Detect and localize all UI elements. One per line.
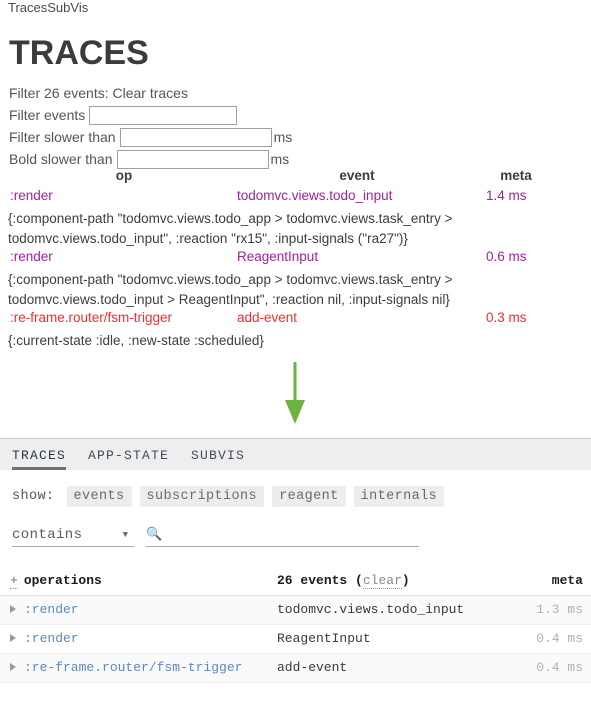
table-row[interactable]: :render ReagentInput 0.4 ms [0, 625, 591, 654]
trace-meta: 0.3 ms [486, 310, 527, 325]
tab-subvis[interactable]: SUBVIS [191, 448, 245, 470]
filter-events-input[interactable] [89, 105, 238, 125]
trace-op: :render [10, 188, 53, 203]
operations-header-group: + operations [10, 573, 102, 589]
events-word: events [300, 573, 348, 588]
filter-chip-events[interactable]: events [66, 485, 132, 507]
table-row[interactable]: :render ReagentInput 0.6 ms [0, 249, 591, 270]
filter-slower-label: Filter slower than [9, 129, 116, 145]
row-meta: 0.4 ms [536, 660, 583, 675]
row-event: todomvc.views.todo_input [277, 602, 465, 617]
trace-table: op event meta :render todomvc.views.todo… [0, 168, 591, 351]
table-row[interactable]: :render todomvc.views.todo_input 1.3 ms [0, 596, 591, 625]
trace-detail: {:component-path "todomvc.views.todo_app… [8, 211, 453, 246]
trace-event: todomvc.views.todo_input [237, 188, 393, 203]
row-event: ReagentInput [277, 631, 371, 646]
bold-slower-unit: ms [270, 151, 290, 167]
arrow-down-icon [277, 360, 313, 426]
trace-event: ReagentInput [237, 249, 319, 264]
events-count: 26 [277, 573, 293, 588]
match-mode-value: contains [12, 526, 83, 543]
filter-summary-line: Filter 26 events: Clear traces [9, 82, 292, 104]
trace-event: add-event [237, 310, 298, 325]
row-operation[interactable]: :render [24, 631, 79, 646]
bold-slower-label: Bold slower than [9, 151, 113, 167]
row-operation[interactable]: :render [24, 602, 79, 617]
trace-meta: 1.4 ms [486, 188, 527, 203]
chevron-down-icon: ▼ [122, 529, 128, 540]
events-header-group: 26 events (clear) [277, 573, 410, 589]
filter-slower-input[interactable] [119, 127, 272, 147]
filter-chip-subscriptions[interactable]: subscriptions [139, 485, 265, 507]
trace-table-header: op event meta [0, 168, 591, 188]
filter-chip-internals[interactable]: internals [353, 485, 445, 507]
filter-controls: Filter 26 events: Clear traces Filter ev… [9, 82, 292, 170]
expand-row-icon[interactable] [10, 663, 16, 671]
show-label: show: [12, 488, 55, 504]
trace-detail: {:component-path "todomvc.views.todo_app… [8, 272, 453, 307]
traces-panel: TracesSubVis TRACES Filter 26 events: Cl… [0, 0, 591, 438]
bold-slower-row: Bold slower than ms [9, 148, 292, 170]
row-meta: 0.4 ms [536, 631, 583, 646]
expand-all-button[interactable]: + [10, 573, 18, 589]
devtools-panel: TRACES APP-STATE SUBVIS show: events sub… [0, 438, 591, 701]
devtools-tab-bar: TRACES APP-STATE SUBVIS [0, 439, 591, 470]
clear-traces-link[interactable]: Clear traces [113, 82, 188, 104]
match-mode-select[interactable]: contains ▼ [12, 524, 134, 547]
expand-row-icon[interactable] [10, 634, 16, 642]
column-header-op: op [115, 168, 133, 183]
page-title: TRACES [9, 34, 149, 72]
column-header-meta: meta [551, 573, 583, 588]
operations-table-header: + operations 26 events (clear) meta [0, 569, 591, 596]
trace-meta: 0.6 ms [486, 249, 527, 264]
clear-events-button[interactable]: clear [362, 573, 402, 589]
column-header-event: event [339, 168, 375, 183]
filter-slower-unit: ms [273, 129, 293, 145]
filter-events-row: Filter events [9, 104, 292, 126]
operations-table: + operations 26 events (clear) meta :rend… [0, 569, 591, 683]
tab-app-state[interactable]: APP-STATE [88, 448, 169, 470]
bold-slower-input[interactable] [116, 149, 269, 169]
filter-summary-text: Filter 26 events: [9, 85, 109, 101]
column-header-meta: meta [500, 168, 532, 183]
show-filter-row: show: events subscriptions reagent inter… [0, 470, 591, 509]
trace-detail: {:current-state :idle, :new-state :sched… [8, 333, 264, 348]
table-row[interactable]: :render todomvc.views.todo_input 1.4 ms [0, 188, 591, 209]
row-meta: 1.3 ms [536, 602, 583, 617]
table-row[interactable]: :re-frame.router/fsm-trigger add-event 0… [0, 654, 591, 683]
search-row: contains ▼ 🔍 [0, 509, 591, 549]
filter-events-label: Filter events [9, 107, 86, 123]
tab-traces[interactable]: TRACES [12, 448, 67, 470]
trace-op: :render [10, 249, 53, 264]
search-field[interactable]: 🔍 [146, 524, 419, 547]
filter-slower-row: Filter slower than ms [9, 126, 292, 148]
widget-title: TracesSubVis [8, 0, 89, 15]
row-event: add-event [277, 660, 348, 675]
filter-chip-reagent[interactable]: reagent [272, 485, 346, 507]
row-operation[interactable]: :re-frame.router/fsm-trigger [24, 660, 242, 675]
search-input[interactable] [168, 526, 419, 543]
search-icon: 🔍 [146, 526, 163, 542]
expand-row-icon[interactable] [10, 605, 16, 613]
trace-op: :re-frame.router/fsm-trigger [10, 310, 173, 325]
table-row[interactable]: :re-frame.router/fsm-trigger add-event 0… [0, 310, 591, 331]
column-header-operations: operations [23, 573, 102, 588]
